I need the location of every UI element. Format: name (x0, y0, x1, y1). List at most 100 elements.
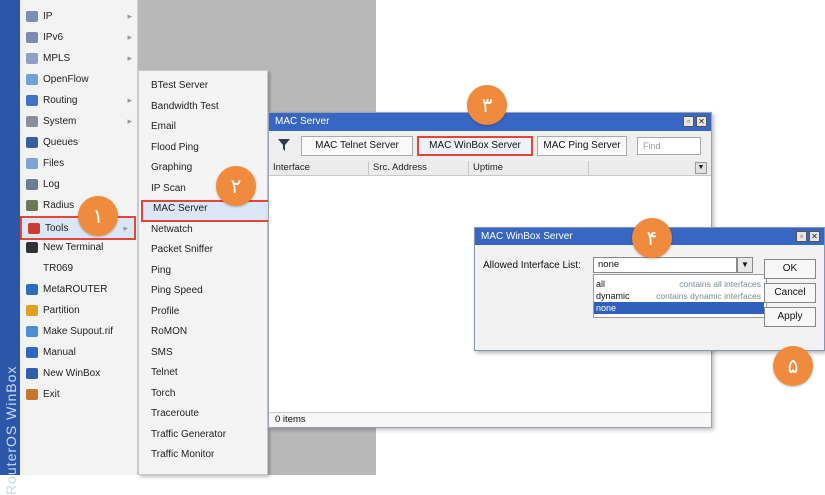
menu-item-label: Tools (45, 222, 69, 234)
status-bar: 0 items (269, 412, 711, 427)
tools-item-sms[interactable]: SMS (151, 344, 173, 362)
exit-icon (26, 388, 38, 400)
ok-button[interactable]: OK (764, 259, 816, 279)
menu-item-mpls[interactable]: MPLS ▸ (20, 48, 138, 68)
menu-item-queues[interactable]: Queues (20, 132, 138, 152)
mac-winbox-server-button[interactable]: MAC WinBox Server (417, 136, 533, 156)
menu-item-make-supout-rif[interactable]: Make Supout.rif (20, 321, 138, 341)
menu-item-openflow[interactable]: OpenFlow (20, 69, 138, 89)
column-interface[interactable]: Interface (269, 161, 369, 175)
tools-item-packet-sniffer[interactable]: Packet Sniffer (151, 241, 213, 259)
menu-item-label: TR069 (43, 262, 74, 274)
submenu-arrow-icon: ▸ (127, 115, 132, 126)
menu-item-tr069[interactable]: TR069 (20, 258, 138, 278)
interface-list-options: all contains all interfaces dynamic cont… (593, 274, 767, 318)
option-all[interactable]: all contains all interfaces (594, 278, 764, 290)
step-badge-5: ۵ (773, 346, 813, 386)
tools-item-ping-speed[interactable]: Ping Speed (151, 282, 203, 300)
column-uptime[interactable]: Uptime (469, 161, 589, 175)
menu-item-partition[interactable]: Partition (20, 300, 138, 320)
manual-icon (26, 346, 38, 358)
submenu-arrow-icon: ▸ (127, 94, 132, 105)
brand-bar: RouterOS WinBox (0, 0, 20, 495)
winbox-icon (26, 367, 38, 379)
menu-item-label: Radius (43, 199, 75, 211)
mac-telnet-server-button[interactable]: MAC Telnet Server (301, 136, 413, 156)
dropdown-arrow-icon[interactable]: ▼ (737, 257, 753, 273)
menu-item-metarouter[interactable]: MetaROUTER (20, 279, 138, 299)
tools-item-romon[interactable]: RoMON (151, 323, 187, 341)
column-src-address[interactable]: Src. Address (369, 161, 469, 175)
tools-item-btest-server[interactable]: BTest Server (151, 77, 208, 95)
menu-item-label: New Terminal (43, 241, 104, 253)
close-icon[interactable]: ✕ (809, 231, 820, 242)
allowed-interface-list-select[interactable]: none (593, 257, 737, 273)
openflow-icon (26, 73, 38, 85)
tools-item-ip-scan[interactable]: IP Scan (151, 180, 186, 198)
menu-item-exit[interactable]: Exit (20, 384, 138, 404)
tools-item-mac-server[interactable]: MAC Server (141, 200, 279, 222)
submenu-arrow-icon: ▸ (127, 10, 132, 21)
find-input[interactable]: Find (637, 137, 701, 155)
log-icon (26, 178, 38, 190)
restore-icon[interactable]: ▫ (796, 231, 807, 242)
tools-submenu: BTest Server Bandwidth Test Email Flood Pin… (138, 70, 279, 475)
cancel-button[interactable]: Cancel (764, 283, 816, 303)
menu-item-label: New WinBox (43, 367, 101, 379)
allowed-interface-list-label: Allowed Interface List: (483, 260, 581, 271)
menu-item-manual[interactable]: Manual (20, 342, 138, 362)
menu-item-label: MPLS (43, 52, 71, 64)
menu-item-new-terminal[interactable]: New Terminal (20, 237, 138, 257)
tools-item-email[interactable]: Email (151, 118, 176, 136)
tools-item-graphing[interactable]: Graphing (151, 159, 192, 177)
apply-button[interactable]: Apply (764, 307, 816, 327)
winbox-dialog-title: MAC WinBox Server (481, 231, 573, 242)
mac-ping-server-button[interactable]: MAC Ping Server (537, 136, 627, 156)
menu-item-system[interactable]: System ▸ (20, 111, 138, 131)
filter-icon[interactable] (277, 137, 291, 153)
tools-item-traffic-generator[interactable]: Traffic Generator (151, 426, 226, 444)
menu-item-files[interactable]: Files (20, 153, 138, 173)
restore-icon[interactable]: ▫ (683, 116, 694, 127)
menu-item-label: IP (43, 10, 53, 22)
menu-item-label: Partition (43, 304, 80, 316)
menu-item-label: OpenFlow (43, 73, 89, 85)
tools-icon (28, 222, 40, 234)
close-icon[interactable]: ✕ (696, 116, 707, 127)
step-badge-4: ۴ (632, 218, 672, 258)
menu-item-new-winbox[interactable]: New WinBox (20, 363, 138, 383)
tools-item-torch[interactable]: Torch (151, 385, 175, 403)
column-dropdown-icon[interactable]: ▼ (695, 162, 707, 174)
submenu-arrow-icon: ▸ (127, 52, 132, 63)
tools-item-netwatch[interactable]: Netwatch (151, 221, 193, 239)
tools-item-traceroute[interactable]: Traceroute (151, 405, 199, 423)
menu-item-log[interactable]: Log (20, 174, 138, 194)
step-badge-3: ٣ (467, 85, 507, 125)
menu-item-label: Manual (43, 346, 76, 358)
tools-item-flood-ping[interactable]: Flood Ping (151, 139, 199, 157)
mpls-icon (26, 52, 38, 64)
metarouter-icon (26, 283, 38, 295)
routing-icon (26, 94, 38, 106)
partition-icon (26, 304, 38, 316)
step-badge-2: ٢ (216, 166, 256, 206)
mac-server-title: MAC Server (275, 116, 330, 127)
menu-item-label: Routing (43, 94, 78, 106)
tools-item-ping[interactable]: Ping (151, 262, 171, 280)
menu-item-ipv6[interactable]: IPv6 ▸ (20, 27, 138, 47)
tools-item-bandwidth-test[interactable]: Bandwidth Test (151, 98, 219, 116)
ip-icon (26, 10, 38, 22)
submenu-arrow-icon: ▸ (127, 31, 132, 42)
queues-icon (26, 136, 38, 148)
table-header: Interface Src. Address Uptime ▼ (269, 161, 711, 176)
tools-item-traffic-monitor[interactable]: Traffic Monitor (151, 446, 214, 464)
option-dynamic[interactable]: dynamic contains dynamic interfaces (594, 290, 764, 302)
menu-item-ip[interactable]: IP ▸ (20, 6, 138, 26)
step-badge-1: ١ (78, 196, 118, 236)
tools-item-profile[interactable]: Profile (151, 303, 179, 321)
menu-item-label: Files (43, 157, 65, 169)
tools-item-telnet[interactable]: Telnet (151, 364, 178, 382)
option-none[interactable]: none (594, 302, 764, 314)
menu-item-routing[interactable]: Routing ▸ (20, 90, 138, 110)
radius-icon (26, 199, 38, 211)
